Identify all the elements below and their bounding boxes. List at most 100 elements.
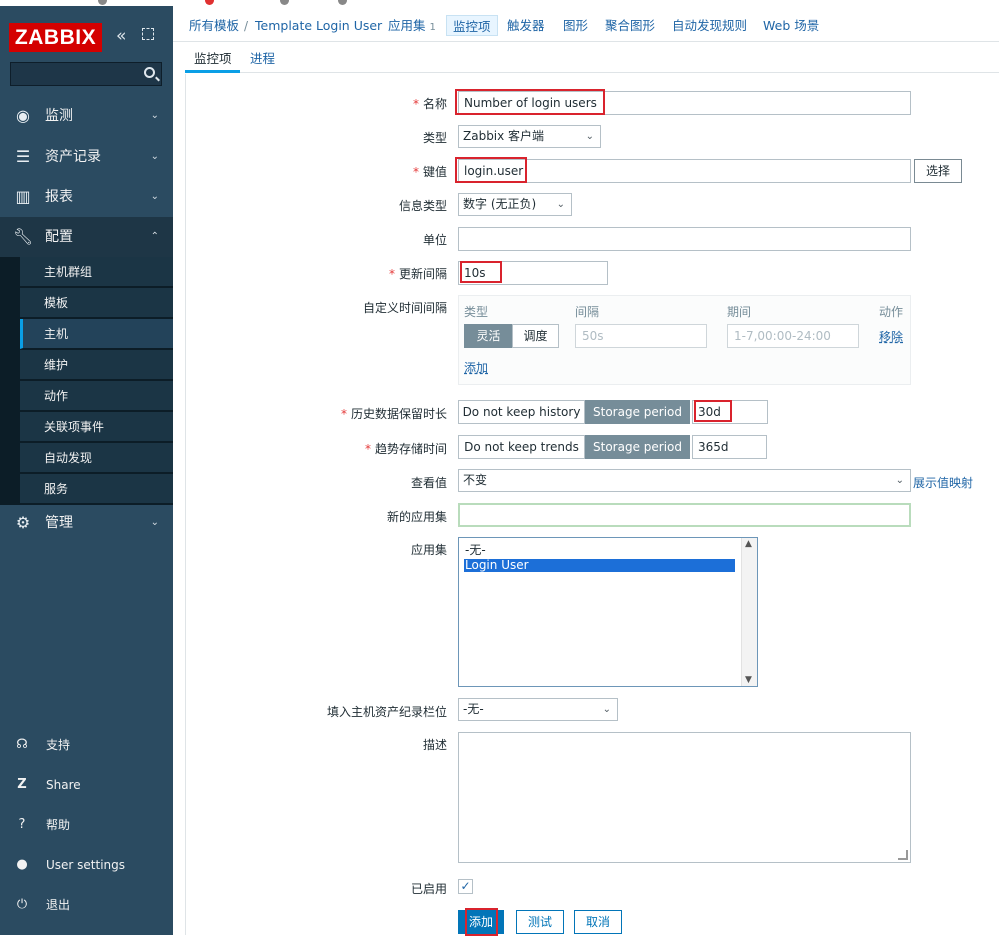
key-select-button[interactable]: 选择 (914, 159, 962, 183)
tab-preprocessing[interactable]: 进程 (250, 42, 275, 73)
bookmark-icon (280, 0, 289, 5)
description-label: 描述 (422, 738, 447, 752)
valuemap-value: 不变 (463, 473, 488, 487)
submenu-templates[interactable]: 模板 (20, 288, 173, 318)
menu-label: 管理 (45, 515, 73, 531)
chevron-up-icon: ⌃ (150, 231, 159, 242)
add-button-highlight-box (465, 908, 498, 936)
submenu-event-correlation[interactable]: 关联项事件 (20, 412, 173, 442)
scroll-down-icon[interactable]: ▼ (745, 675, 752, 685)
eye-icon: ◉ (16, 106, 30, 125)
nav-triggers[interactable]: 触发器 (507, 6, 545, 42)
app-option[interactable]: -无- (464, 544, 735, 557)
test-button[interactable]: 测试 (516, 910, 564, 934)
menu-reports[interactable]: ▥ 报表 ⌄ (0, 177, 173, 217)
custom-period-placeholder: 1-7,00:00-24:00 (734, 329, 831, 343)
nav-all-templates[interactable]: 所有模板 (189, 6, 239, 42)
type-select-value: Zabbix 客户端 (463, 129, 545, 143)
chevron-down-icon: ⌄ (602, 704, 611, 715)
chevron-down-icon: ⌄ (556, 199, 565, 210)
custom-type-scheduling[interactable]: 调度 (512, 324, 559, 348)
description-textarea[interactable] (458, 732, 911, 863)
bottom-label: Share (46, 778, 81, 792)
listbox-scrollbar[interactable]: ▲ ▼ (741, 538, 757, 686)
custom-remove-link[interactable]: 移除 (879, 328, 903, 345)
new-app-label: 新的应用集 (386, 510, 447, 524)
valuemap-select[interactable]: 不变 ⌄ (458, 469, 911, 492)
submenu-maintenance[interactable]: 维护 (20, 350, 173, 380)
info-type-value: 数字 (无正负) (463, 197, 537, 211)
power-icon: ⏻ (16, 897, 28, 912)
enabled-checkbox[interactable]: ✓ (458, 879, 473, 894)
type-select[interactable]: Zabbix 客户端 ⌄ (458, 125, 601, 148)
scroll-up-icon[interactable]: ▲ (745, 539, 752, 549)
menu-inventory[interactable]: ☰ 资产记录 ⌄ (0, 137, 173, 177)
submenu-discovery[interactable]: 自动发现 (20, 443, 173, 473)
chevron-down-icon: ⌄ (895, 475, 904, 486)
chevron-down-icon: ⌄ (150, 191, 159, 202)
custom-period-input[interactable]: 1-7,00:00-24:00 (727, 324, 859, 348)
trends-value-input[interactable]: 365d (692, 435, 767, 459)
nav-web-scenarios[interactable]: Web 场景 (763, 6, 819, 42)
menu-label: 监测 (45, 108, 73, 124)
menu-label: 报表 (45, 189, 73, 205)
bookmark-icon (205, 0, 214, 5)
list-icon: ☰ (15, 147, 31, 166)
support-link[interactable]: ☊ 支持 (0, 725, 173, 765)
nav-template-name[interactable]: Template Login User (255, 6, 382, 42)
search-input[interactable] (10, 62, 162, 86)
question-icon: ? (18, 817, 26, 832)
menu-monitoring[interactable]: ◉ 监测 ⌄ (0, 96, 173, 136)
trends-storage-period-toggle[interactable]: Storage period (585, 435, 690, 459)
custom-add-link[interactable]: 添加 (464, 359, 488, 376)
kiosk-mode-icon[interactable] (142, 28, 154, 40)
menu-configuration[interactable]: 🔧︎ 配置 ⌃ (0, 217, 173, 257)
share-link[interactable]: Z Share (0, 765, 173, 805)
custom-interval-input[interactable]: 50s (575, 324, 707, 348)
new-app-input[interactable] (458, 503, 911, 527)
inventory-label: 填入主机资产纪录栏位 (326, 705, 447, 719)
custom-interval-placeholder: 50s (582, 329, 604, 343)
custom-intervals-label: 自定义时间间隔 (362, 301, 447, 315)
history-storage-period-toggle[interactable]: Storage period (585, 400, 690, 424)
bottom-label: 支持 (46, 738, 71, 752)
search-icon[interactable] (144, 67, 155, 78)
units-label: 单位 (422, 233, 447, 247)
menu-administration[interactable]: ⚙ 管理 ⌄ (0, 503, 173, 543)
valuemap-label: 查看值 (410, 476, 447, 490)
submenu-services[interactable]: 服务 (20, 474, 173, 504)
help-link[interactable]: ? 帮助 (0, 805, 173, 845)
nav-items[interactable]: 监控项 (446, 15, 498, 36)
info-type-select[interactable]: 数字 (无正负) ⌄ (458, 193, 572, 216)
menu-label: 配置 (45, 229, 73, 245)
resize-grip-icon[interactable] (898, 850, 908, 860)
tab-item[interactable]: 监控项 (185, 42, 240, 73)
submenu-host-groups[interactable]: 主机群组 (20, 257, 173, 287)
app-option-selected[interactable]: Login User (464, 559, 735, 572)
nav-screens[interactable]: 聚合图形 (605, 6, 655, 42)
applications-listbox[interactable]: -无- Login User ▲ ▼ (458, 537, 758, 687)
sidebar: ZABBIX « ◉ 监测 ⌄ ☰ 资产记录 ⌄ ▥ 报表 ⌄ 🔧︎ 配置 ⌃ … (0, 6, 173, 935)
interval-label-text: 更新间隔 (398, 267, 447, 281)
units-input[interactable] (458, 227, 911, 251)
nav-applications-count: 1 (429, 22, 436, 33)
history-no-keep-toggle[interactable]: Do not keep history (458, 400, 585, 424)
submenu-hosts[interactable]: 主机 (20, 319, 173, 349)
custom-type-flexible[interactable]: 灵活 (464, 324, 513, 348)
submenu-actions[interactable]: 动作 (20, 381, 173, 411)
zabbix-logo[interactable]: ZABBIX (9, 23, 102, 52)
show-value-mappings-link[interactable]: 展示值映射 (913, 474, 973, 491)
name-label: * 名称 (413, 95, 447, 112)
nav-discovery-rules[interactable]: 自动发现规则 (672, 6, 747, 42)
trends-no-keep-toggle[interactable]: Do not keep trends (458, 435, 585, 459)
required-marker: * (364, 442, 371, 456)
nav-applications[interactable]: 应用集 1 (388, 6, 436, 42)
inventory-select[interactable]: -无- ⌄ (458, 698, 618, 721)
cancel-button[interactable]: 取消 (574, 910, 622, 934)
logout-link[interactable]: ⏻ 退出 (0, 885, 173, 925)
collapse-sidebar-icon[interactable]: « (116, 26, 126, 46)
history-label: * 历史数据保留时长 (341, 405, 447, 422)
nav-graphs[interactable]: 图形 (563, 6, 588, 42)
user-settings-link[interactable]: ● User settings (0, 845, 173, 885)
bookmark-icon (338, 0, 347, 5)
